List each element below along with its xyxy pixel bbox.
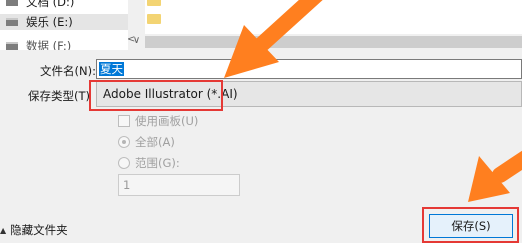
- drive-icon: [6, 42, 18, 50]
- save-highlight-box: [422, 207, 519, 243]
- save-dialog-panel: 文件名(N): 夏天 保存类型(T) Adobe Illustrator (*.…: [0, 50, 522, 243]
- range-label: 范围(G):: [135, 156, 180, 170]
- use-artboards-checkbox[interactable]: 使用画板(U): [118, 113, 198, 129]
- range-value: 1: [123, 178, 131, 192]
- scrollbar-thumb[interactable]: [145, 36, 522, 48]
- folder-icon[interactable]: [147, 14, 161, 24]
- range-input[interactable]: 1: [118, 174, 240, 196]
- drive-icon: [6, 18, 18, 26]
- filetype-label: 保存类型(T): [28, 89, 90, 103]
- navigation-pane: 文档 (D:) 娱乐 (E:) 数据 (F:): [0, 0, 128, 53]
- all-label: 全部(A): [135, 135, 175, 149]
- hide-folders-toggle[interactable]: ▲ 隐藏文件夹: [0, 222, 68, 238]
- hide-folders-label: 隐藏文件夹: [10, 223, 68, 237]
- filetype-highlight-box: [89, 80, 223, 111]
- filename-input[interactable]: 夏天: [96, 59, 522, 79]
- drive-item-e[interactable]: 娱乐 (E:): [0, 14, 128, 30]
- file-list-scrollbar[interactable]: <: [127, 34, 522, 50]
- use-artboards-label: 使用画板(U): [135, 114, 199, 128]
- range-radio[interactable]: 范围(G):: [118, 155, 180, 171]
- scroll-left-icon[interactable]: <: [127, 34, 135, 45]
- radio-button[interactable]: [118, 157, 130, 169]
- drive-label: 文档 (D:): [26, 0, 75, 9]
- folder-icon[interactable]: [147, 0, 161, 6]
- drive-icon: [6, 0, 18, 6]
- drive-label: 娱乐 (E:): [26, 15, 73, 29]
- filename-value: 夏天: [99, 62, 124, 76]
- all-radio[interactable]: 全部(A): [118, 134, 175, 150]
- drive-item-d[interactable]: 文档 (D:): [6, 0, 74, 10]
- radio-button[interactable]: [118, 136, 130, 148]
- caret-up-icon: ▲: [0, 225, 7, 235]
- filename-label: 文件名(N):: [40, 64, 96, 78]
- checkbox-box[interactable]: [118, 115, 130, 127]
